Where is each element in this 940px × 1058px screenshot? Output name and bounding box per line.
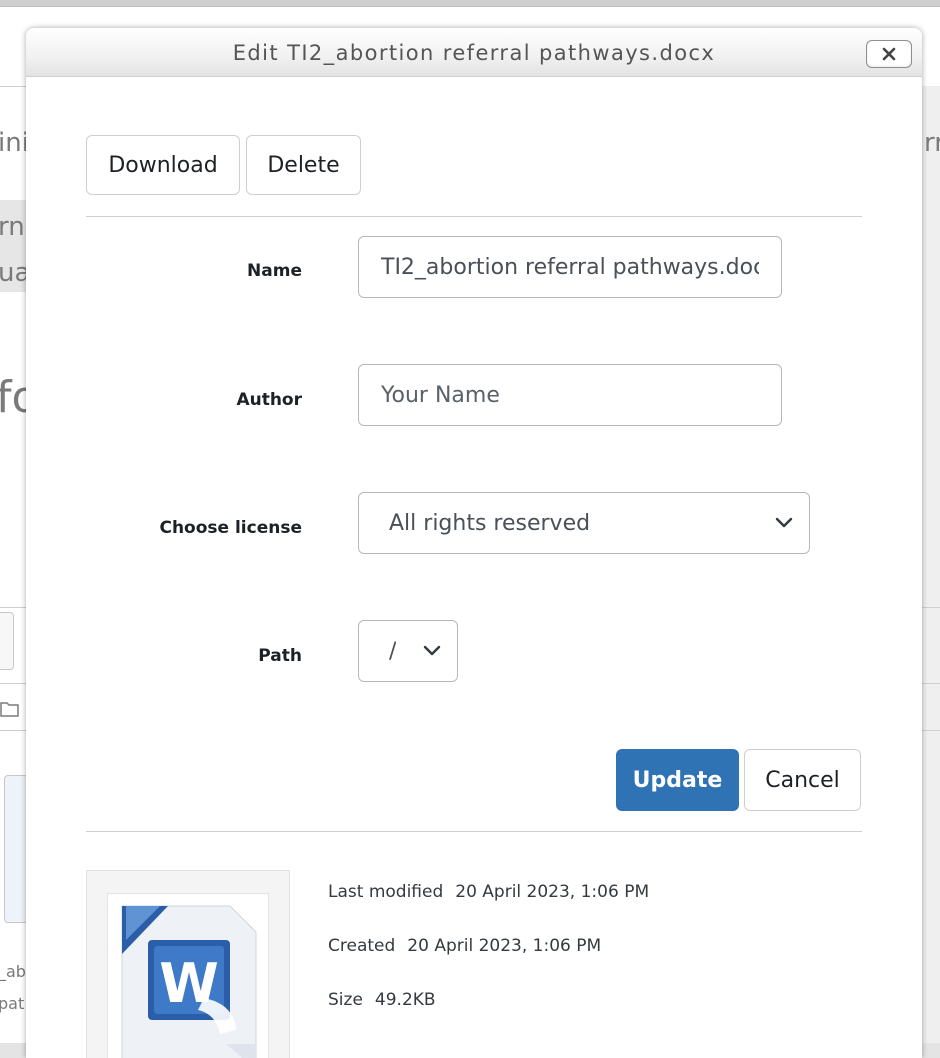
download-button[interactable]: Download [86,135,240,195]
author-input[interactable]: Your Name [358,364,782,426]
license-select[interactable]: All rights reserved [358,492,810,554]
background-text-fragment: _ab [0,962,26,981]
created-row: Created 20 April 2023, 1:06 PM [328,936,601,956]
actions-divider [86,831,862,832]
dialog-header: Edit TI2_abortion referral pathways.docx [26,28,922,77]
license-selected-value: All rights reserved [389,510,591,536]
last-modified-value: 20 April 2023, 1:06 PM [455,882,650,902]
chevron-down-icon [423,645,441,656]
background-text-fragment: pat [0,994,25,1013]
last-modified-row: Last modified 20 April 2023, 1:06 PM [328,882,649,902]
background-top-bar [0,0,940,7]
path-select[interactable]: / [358,620,458,682]
toolbar-divider [86,216,862,217]
last-modified-label: Last modified [328,882,444,902]
cancel-button[interactable]: Cancel [744,749,861,811]
background-text-fragment: ini [0,128,29,158]
author-label: Author [236,390,302,410]
name-input-value: TI2_abortion referral pathways.docx [381,254,759,280]
thumbnail-paper: W [107,893,269,1058]
dialog-title: Edit TI2_abortion referral pathways.docx [232,41,716,65]
name-input[interactable]: TI2_abortion referral pathways.docx [358,236,782,298]
license-label: Choose license [159,518,302,538]
created-label: Created [328,936,396,956]
size-row: Size 49.2KB [328,990,436,1010]
size-value: 49.2KB [374,990,436,1010]
background-button [0,612,14,670]
path-label: Path [258,646,302,666]
folder-icon [0,700,20,722]
background-right-column [922,86,940,1043]
file-thumbnail: W [86,870,290,1058]
created-value: 20 April 2023, 1:06 PM [407,936,602,956]
close-icon [882,47,896,61]
path-selected-value: / [389,638,397,664]
edit-file-dialog: Edit TI2_abortion referral pathways.docx… [26,28,922,1058]
update-button[interactable]: Update [616,749,739,811]
close-button[interactable] [866,40,912,68]
background-file-tile [4,775,28,923]
size-label: Size [328,990,363,1010]
chevron-down-icon [775,517,793,528]
name-label: Name [247,261,302,281]
author-input-placeholder: Your Name [381,382,500,408]
background-text-fragment: rr [924,128,940,158]
word-document-icon: W [121,905,257,1058]
delete-button[interactable]: Delete [246,135,361,195]
